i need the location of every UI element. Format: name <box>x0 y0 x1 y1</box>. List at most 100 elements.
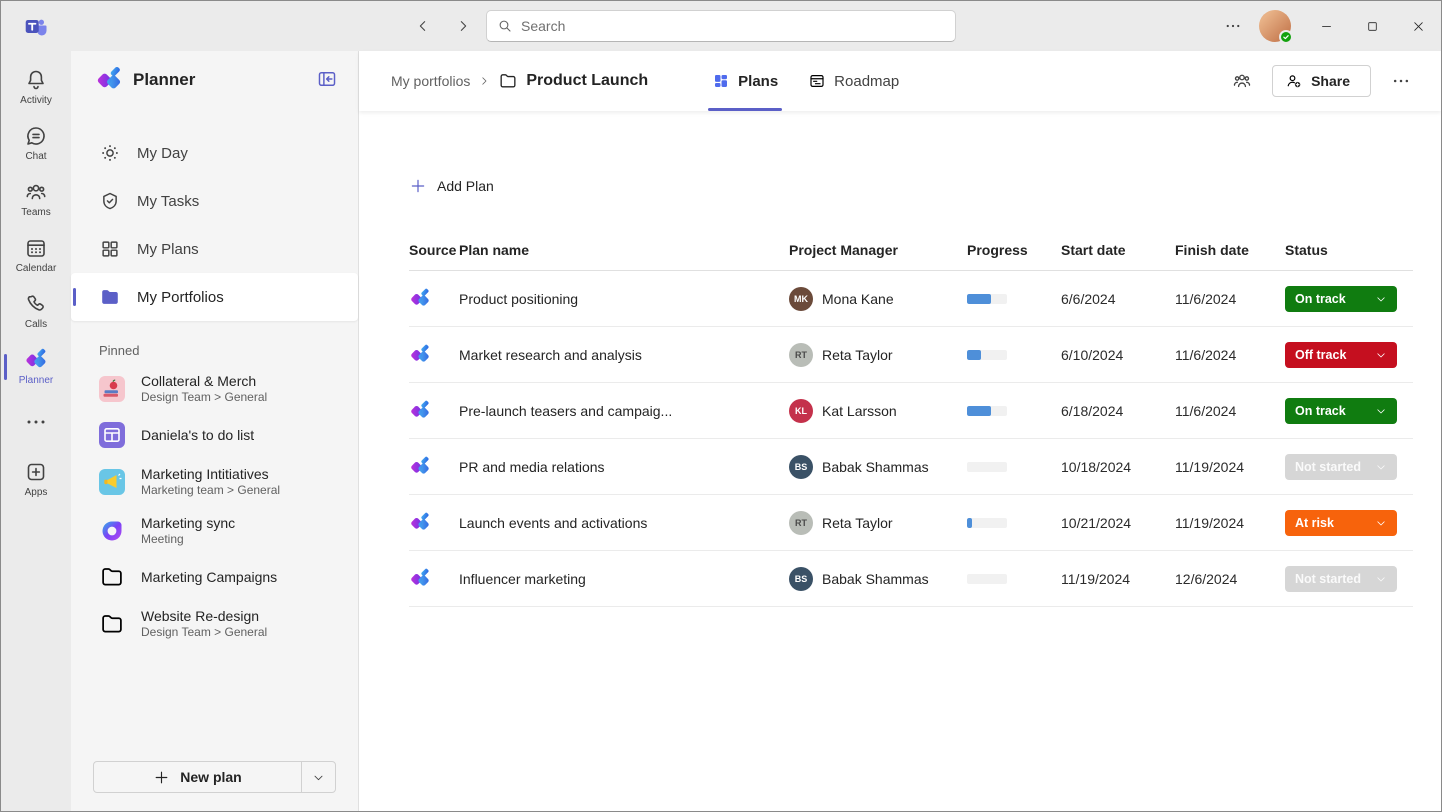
status-dropdown[interactable]: At risk <box>1285 510 1397 536</box>
start-date: 6/18/2024 <box>1061 403 1175 419</box>
manager-avatar: MK <box>789 287 813 311</box>
pinned-item-daniela-s-to-do-list[interactable]: Daniela's to do list <box>71 413 358 457</box>
finish-date: 11/19/2024 <box>1175 459 1285 475</box>
status-badge: On track <box>1295 404 1346 418</box>
finish-date: 11/19/2024 <box>1175 515 1285 531</box>
plan-name: Product positioning <box>459 291 789 307</box>
planner-sidebar: Planner My Day My Tasks My Plans <box>71 51 359 811</box>
table-row-product-positioning[interactable]: Product positioning MK Mona Kane 6/6/202… <box>409 271 1413 327</box>
rail-item-planner[interactable]: Planner <box>1 339 71 395</box>
collapse-sidebar-icon[interactable] <box>316 68 340 92</box>
column-source: Source <box>409 242 459 258</box>
maximize-button[interactable] <box>1349 1 1395 51</box>
pinned-list: Collateral & Merch Design Team > General… <box>71 364 358 648</box>
teams-window: Activity Chat Teams Calendar Calls Plann… <box>0 0 1442 812</box>
breadcrumb-chevron-icon <box>478 75 490 87</box>
pinned-item-marketing-intitiatives[interactable]: Marketing Intitiatives Marketing team > … <box>71 457 358 506</box>
rail-item-calendar[interactable]: Calendar <box>1 227 71 283</box>
forward-button[interactable] <box>449 10 477 42</box>
chat-icon <box>24 124 48 148</box>
progress-bar <box>967 574 1007 584</box>
rail-item-apps[interactable]: Apps <box>1 451 71 507</box>
sidebar-item-my-tasks[interactable]: My Tasks <box>71 177 358 225</box>
search-bar[interactable] <box>486 10 956 42</box>
minimize-button[interactable] <box>1303 1 1349 51</box>
share-button[interactable]: Share <box>1272 65 1371 97</box>
sidebar-item-my-day[interactable]: My Day <box>71 129 358 177</box>
progress-bar <box>967 350 1007 360</box>
search-input[interactable] <box>521 18 945 34</box>
user-avatar[interactable] <box>1259 10 1291 42</box>
status-dropdown[interactable]: Off track <box>1285 342 1397 368</box>
members-icon[interactable] <box>1226 65 1258 97</box>
presence-available-icon <box>1279 30 1293 44</box>
manager-avatar: KL <box>789 399 813 423</box>
new-plan-button[interactable]: New plan <box>93 761 336 793</box>
manager-avatar: BS <box>789 567 813 591</box>
pinned-item-collateral-merch[interactable]: Collateral & Merch Design Team > General <box>71 364 358 413</box>
rail-item[interactable] <box>1 395 71 451</box>
column-finish-date: Finish date <box>1175 242 1285 258</box>
folder-outline-icon <box>99 611 125 637</box>
more-options-button[interactable] <box>1385 65 1417 97</box>
table-row-pr-and-media-relations[interactable]: PR and media relations BS Babak Shammas … <box>409 439 1413 495</box>
start-date: 6/6/2024 <box>1061 291 1175 307</box>
column-progress: Progress <box>967 242 1061 258</box>
status-chevron-icon <box>1375 405 1387 417</box>
plan-name: Pre-launch teasers and campaig... <box>459 403 789 419</box>
status-dropdown[interactable]: On track <box>1285 286 1397 312</box>
back-button[interactable] <box>409 10 437 42</box>
planner-logo-icon <box>409 400 459 422</box>
status-badge: Not started <box>1295 460 1361 474</box>
finish-date: 12/6/2024 <box>1175 571 1285 587</box>
rail-item-calls[interactable]: Calls <box>1 283 71 339</box>
rail-item-activity[interactable]: Activity <box>1 59 71 115</box>
progress-bar <box>967 294 1007 304</box>
start-date: 10/21/2024 <box>1061 515 1175 531</box>
table-row-market-research-and-analysis[interactable]: Market research and analysis RT Reta Tay… <box>409 327 1413 383</box>
todo-tile-icon <box>99 422 125 448</box>
status-badge: Not started <box>1295 572 1361 586</box>
table-row-pre-launch-teasers-and-campaig[interactable]: Pre-launch teasers and campaig... KL Kat… <box>409 383 1413 439</box>
tab-plans[interactable]: Plans <box>702 51 788 111</box>
plan-name: Launch events and activations <box>459 515 789 531</box>
manager-name: Reta Taylor <box>822 515 893 531</box>
close-button[interactable] <box>1395 1 1441 51</box>
progress-bar <box>967 406 1007 416</box>
main-pane: My portfolios Product Launch Plans Roadm… <box>359 51 1441 811</box>
progress-bar <box>967 462 1007 472</box>
pinned-item-website-re-design[interactable]: Website Re-design Design Team > General <box>71 599 358 648</box>
pinned-item-marketing-sync[interactable]: Marketing sync Meeting <box>71 506 358 555</box>
initiatives-tile-icon <box>99 469 125 495</box>
planner-logo-icon <box>24 348 48 372</box>
column-status: Status <box>1285 242 1415 258</box>
status-dropdown[interactable]: On track <box>1285 398 1397 424</box>
app-rail: Activity Chat Teams Calendar Calls Plann… <box>1 51 71 811</box>
tab-roadmap[interactable]: Roadmap <box>798 51 909 111</box>
table-row-launch-events-and-activations[interactable]: Launch events and activations RT Reta Ta… <box>409 495 1413 551</box>
rail-item-teams[interactable]: Teams <box>1 171 71 227</box>
titlebar-more-button[interactable] <box>1215 8 1251 44</box>
status-dropdown[interactable]: Not started <box>1285 454 1397 480</box>
title-bar <box>1 1 1441 51</box>
status-dropdown[interactable]: Not started <box>1285 566 1397 592</box>
add-plan-button[interactable]: Add Plan <box>409 177 494 195</box>
manager-name: Mona Kane <box>822 291 894 307</box>
bell-icon <box>24 68 48 92</box>
planner-logo-icon <box>409 288 459 310</box>
finish-date: 11/6/2024 <box>1175 403 1285 419</box>
pinned-item-marketing-campaigns[interactable]: Marketing Campaigns <box>71 555 358 599</box>
planner-logo-icon <box>409 344 459 366</box>
new-plan-dropdown-button[interactable] <box>301 762 335 792</box>
sidebar-item-my-portfolios[interactable]: My Portfolios <box>71 273 358 321</box>
status-badge: On track <box>1295 292 1346 306</box>
app-title: Planner <box>133 70 316 90</box>
sidebar-item-my-plans[interactable]: My Plans <box>71 225 358 273</box>
column-plan-name: Plan name <box>459 242 789 258</box>
planner-logo-icon <box>95 66 123 94</box>
table-row-influencer-marketing[interactable]: Influencer marketing BS Babak Shammas 11… <box>409 551 1413 607</box>
rail-item-chat[interactable]: Chat <box>1 115 71 171</box>
status-badge: Off track <box>1295 348 1346 362</box>
finish-date: 11/6/2024 <box>1175 291 1285 307</box>
breadcrumb-my-portfolios[interactable]: My portfolios <box>391 73 470 89</box>
